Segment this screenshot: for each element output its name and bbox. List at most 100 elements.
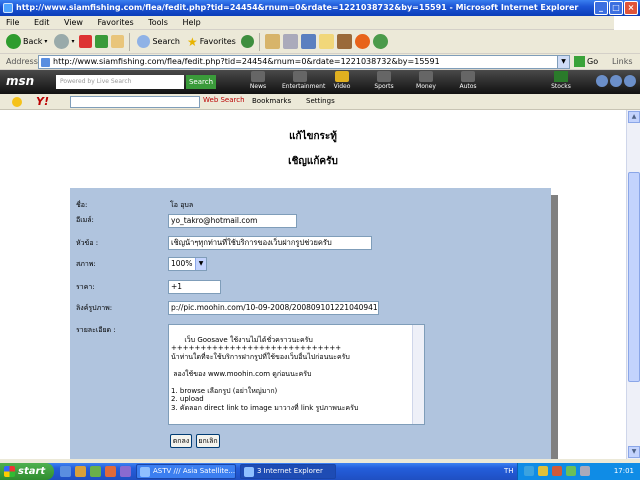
subject-field[interactable]: เชิญน้าๆทุกท่านที่ใช้บริการของเว็บฝากรูป… (168, 236, 372, 250)
msn-search-button[interactable]: Search (186, 75, 216, 89)
volume-icon[interactable] (538, 466, 548, 476)
language-indicator[interactable]: TH (504, 467, 514, 475)
search-button[interactable]: Search (135, 32, 181, 52)
links-button[interactable]: Links (612, 57, 633, 66)
scroll-up-icon[interactable]: ▲ (628, 111, 640, 123)
page-icon (41, 58, 50, 67)
settings-button[interactable]: Settings (306, 97, 335, 105)
email-label: อีเมล์: (76, 216, 94, 224)
go-button[interactable]: Go (574, 56, 598, 67)
page-scrollbar[interactable]: ▲ ▼ (626, 110, 640, 459)
detail-label: รายละเอียด : (76, 326, 116, 334)
msn-search-input[interactable]: Powered by Live Search (56, 75, 184, 89)
detail-textarea[interactable]: เว็บ Goosave ใช้งานไม่ได้ชั่วคราวนะครับ … (168, 324, 425, 425)
entertainment-icon (293, 71, 307, 82)
menu-tools[interactable]: Tools (142, 16, 174, 30)
task-astv[interactable]: ASTV /// Asia Satellite... (136, 464, 236, 479)
menu-favorites[interactable]: Favorites (92, 16, 140, 30)
msn-money-button[interactable]: Money (408, 71, 444, 90)
settings-icon[interactable] (610, 75, 622, 87)
desktop-quicklaunch-icon[interactable] (75, 466, 86, 477)
price-label: ราคา: (76, 283, 95, 291)
maximize-button[interactable]: □ (609, 1, 623, 15)
email-field[interactable]: yo_takro@hotmail.com (168, 214, 297, 228)
menu-bar: File Edit View Favorites Tools Help (0, 16, 640, 30)
yahoo-search-input[interactable] (70, 96, 200, 108)
smiley-icon[interactable] (12, 97, 22, 107)
messenger-icon[interactable] (354, 34, 370, 49)
msn-video-button[interactable]: Video (324, 71, 360, 90)
windows-logo-icon (614, 16, 640, 30)
scroll-thumb[interactable] (628, 172, 640, 382)
menu-edit[interactable]: Edit (28, 16, 56, 30)
ie-quicklaunch-icon[interactable] (60, 466, 71, 477)
menu-view[interactable]: View (58, 16, 89, 30)
msn-stocks-button[interactable]: Stocks (545, 71, 577, 90)
edit-icon[interactable] (300, 34, 316, 49)
video-icon (335, 71, 349, 82)
msn-sports-button[interactable]: Sports (366, 71, 402, 90)
app-quicklaunch-icon[interactable] (120, 466, 131, 477)
system-tray: TH 17:01 (504, 463, 640, 480)
task-internet-explorer[interactable]: 3 Internet Explorer (240, 464, 336, 479)
yahoo-web-search-button[interactable]: Web Search (203, 96, 245, 104)
msn-toolbar: msn Powered by Live Search Search News E… (0, 70, 640, 94)
refresh-icon[interactable] (95, 35, 109, 48)
start-button[interactable]: start (0, 463, 54, 480)
discuss-icon[interactable] (318, 34, 334, 49)
update-icon[interactable] (566, 466, 576, 476)
ie-icon (140, 467, 150, 477)
chevron-down-icon: ▼ (195, 258, 206, 270)
window-title: http://www.siamfishing.com/flea/fedit.ph… (16, 3, 579, 12)
yahoo-logo[interactable]: Y! (36, 95, 49, 108)
menu-help[interactable]: Help (176, 16, 206, 30)
subject-label: หัวข้อ : (76, 239, 99, 247)
address-input[interactable]: http://www.siamfishing.com/flea/fedit.ph… (38, 55, 570, 69)
favorites-button[interactable]: ★ Favorites (185, 32, 238, 52)
autos-icon (461, 71, 475, 82)
msn-butterfly-icon[interactable] (596, 75, 608, 87)
help-icon[interactable] (624, 75, 636, 87)
research-icon[interactable] (336, 34, 352, 49)
home-icon[interactable] (111, 35, 125, 48)
scroll-down-icon[interactable]: ▼ (628, 446, 640, 458)
msn-autos-button[interactable]: Autos (450, 71, 486, 90)
print-icon[interactable] (282, 34, 298, 49)
media-quicklaunch-icon[interactable] (90, 466, 101, 477)
msn-logo[interactable]: msn (6, 74, 34, 88)
star-icon: ★ (186, 34, 198, 49)
cancel-button[interactable]: ยกเลิก (196, 434, 220, 448)
network-icon[interactable] (524, 466, 534, 476)
minimize-button[interactable]: _ (594, 1, 608, 15)
tray-app-icon[interactable] (580, 466, 590, 476)
image-link-field[interactable]: p://pic.moohin.com/10-09-2008/2008091012… (168, 301, 379, 315)
page-content: แก้ไขกระทู้ เชิญแก้ครับ ชื่อ: โอ อุบล อี… (0, 110, 626, 459)
forward-arrow-icon (54, 34, 70, 49)
mail-icon[interactable] (264, 34, 280, 49)
textarea-scrollbar[interactable] (412, 325, 424, 424)
stocks-icon (554, 71, 568, 82)
forward-button[interactable]: ▾ (52, 32, 76, 52)
condition-label: สภาพ: (76, 260, 96, 268)
history-icon[interactable] (240, 35, 254, 48)
taskbar: start ASTV /// Asia Satellite... 3 Inter… (0, 463, 640, 480)
msn-entertainment-button[interactable]: Entertainment (282, 71, 325, 90)
messenger-quicklaunch-icon[interactable] (105, 466, 116, 477)
msn-butterfly-icon[interactable] (372, 34, 388, 49)
bookmarks-button[interactable]: Bookmarks (252, 97, 291, 105)
close-button[interactable]: × (624, 1, 638, 15)
page-subtitle: เชิญแก้ครับ (288, 156, 338, 167)
antivirus-icon[interactable] (552, 466, 562, 476)
price-field[interactable]: +1 (168, 280, 221, 294)
submit-button[interactable]: ตกลง (170, 434, 192, 448)
menu-file[interactable]: File (0, 16, 25, 30)
stop-icon[interactable] (79, 35, 93, 48)
condition-select[interactable]: 100% ▼ (168, 257, 207, 271)
chevron-down-icon[interactable]: ▼ (557, 56, 569, 68)
back-arrow-icon (6, 34, 21, 49)
window-title-bar[interactable]: http://www.siamfishing.com/flea/fedit.ph… (0, 0, 640, 16)
name-value: โอ อุบล (170, 201, 194, 209)
back-button[interactable]: Back ▾ (4, 32, 49, 52)
ie-icon (244, 467, 254, 477)
msn-news-button[interactable]: News (240, 71, 276, 90)
